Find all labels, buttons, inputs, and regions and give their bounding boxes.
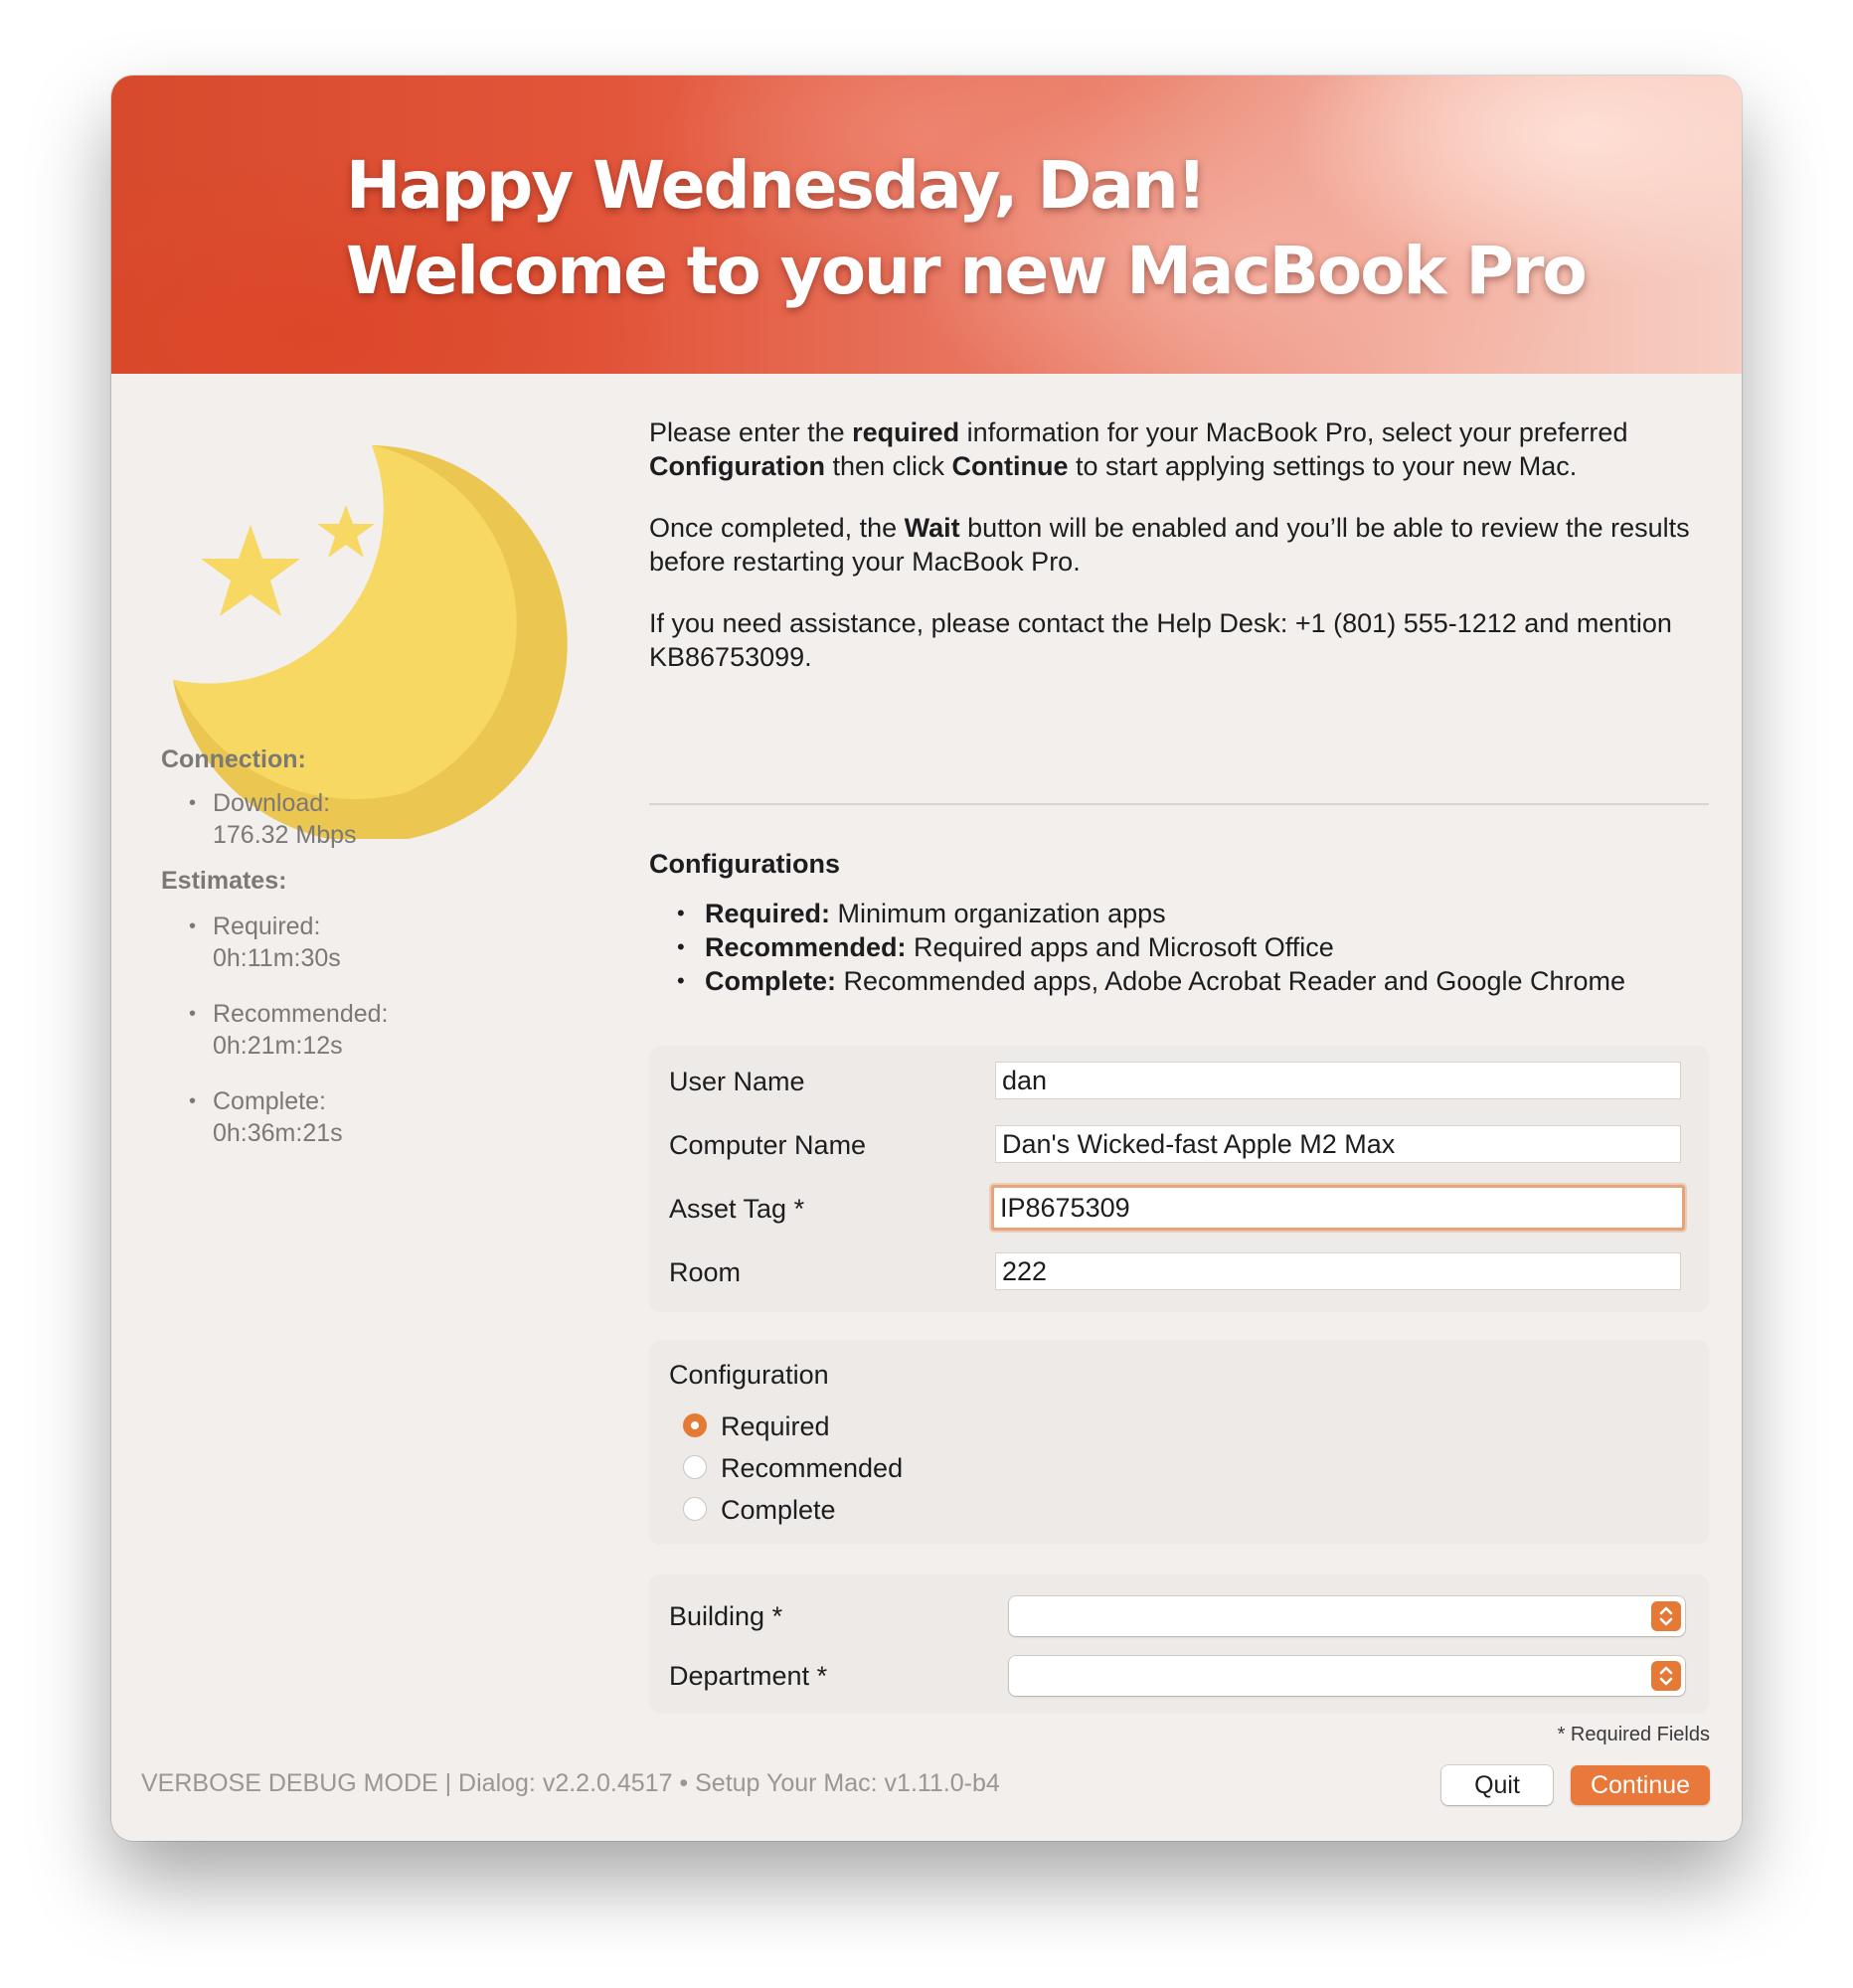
intro-bold: Configuration <box>649 451 825 481</box>
quit-button[interactable]: Quit <box>1441 1765 1553 1805</box>
intro-text: then click <box>824 451 952 481</box>
estimate-value: 0h:21m:12s <box>213 1032 343 1060</box>
estimate-label: Complete: <box>213 1087 326 1115</box>
help-desk-paragraph: If you need assistance, please contact t… <box>649 608 1672 672</box>
user-name-row: User Name <box>669 1060 1693 1103</box>
connection-heading: Connection: <box>161 746 306 773</box>
radio-label: Required <box>721 1411 830 1441</box>
continue-button[interactable]: Continue <box>1571 1765 1710 1805</box>
intro-bold: Wait <box>904 513 960 543</box>
department-select[interactable] <box>1009 1656 1685 1696</box>
estimate-label: Recommended: <box>213 1000 389 1028</box>
department-row: Department * <box>669 1654 1693 1698</box>
intro-text: information for your MacBook Pro, select… <box>959 417 1628 447</box>
radio-label: Complete <box>721 1495 836 1525</box>
department-label: Department * <box>669 1661 828 1691</box>
estimate-required: Required: 0h:11m:30s <box>189 911 341 974</box>
download-label: Download: <box>213 789 331 817</box>
moon-and-stars-icon <box>173 445 568 839</box>
computer-name-field[interactable] <box>995 1125 1681 1163</box>
intro-bold: required <box>852 417 960 447</box>
computer-name-label: Computer Name <box>669 1130 867 1160</box>
config-name: Complete: <box>705 966 837 996</box>
estimates-heading: Estimates: <box>161 867 287 895</box>
intro-bold: Continue <box>951 451 1069 481</box>
estimate-complete: Complete: 0h:36m:21s <box>189 1085 343 1149</box>
download-stat: Download: 176.32 Mbps <box>189 787 357 851</box>
text-fields-group: User Name Computer Name Asset Tag * Room <box>649 1046 1709 1312</box>
configurations-title: Configurations <box>649 849 840 879</box>
banner-welcome: Welcome to your new MacBook Pro <box>346 233 1588 309</box>
config-desc: Minimum organization apps <box>830 899 1166 928</box>
asset-tag-row: Asset Tag * <box>669 1185 1693 1231</box>
room-field[interactable] <box>995 1252 1681 1290</box>
radio-button[interactable] <box>683 1455 707 1479</box>
divider <box>649 803 1709 805</box>
building-label: Building * <box>669 1601 783 1631</box>
config-desc: Required apps and Microsoft Office <box>906 932 1334 962</box>
configurations-list: Required: Minimum organization apps Reco… <box>649 897 1625 998</box>
list-item: Recommended: Required apps and Microsoft… <box>649 930 1625 964</box>
banner: Happy Wednesday, Dan! Welcome to your ne… <box>111 76 1742 374</box>
room-row: Room <box>669 1250 1693 1294</box>
list-item: Required: Minimum organization apps <box>649 897 1625 930</box>
banner-greeting: Happy Wednesday, Dan! <box>346 147 1207 224</box>
asset-tag-field[interactable] <box>991 1185 1685 1231</box>
setup-dialog-window: Happy Wednesday, Dan! Welcome to your ne… <box>111 76 1742 1841</box>
radio-button-selected[interactable] <box>683 1413 707 1437</box>
computer-name-row: Computer Name <box>669 1123 1693 1167</box>
asset-tag-label: Asset Tag * <box>669 1194 805 1224</box>
sidebar: Connection: Download: 176.32 Mbps Estima… <box>111 374 648 1841</box>
select-fields-group: Building * Department * <box>649 1574 1709 1714</box>
list-item: Complete: Recommended apps, Adobe Acroba… <box>649 964 1625 998</box>
intro-paragraph-1: Please enter the required information fo… <box>649 415 1713 483</box>
radio-button[interactable] <box>683 1497 707 1521</box>
room-label: Room <box>669 1257 742 1287</box>
estimate-label: Required: <box>213 912 321 940</box>
building-row: Building * <box>669 1594 1693 1638</box>
configuration-heading: Configuration <box>669 1360 829 1390</box>
user-name-label: User Name <box>669 1067 805 1096</box>
building-select[interactable] <box>1009 1596 1685 1636</box>
intro-text: Please enter the <box>649 417 853 447</box>
radio-label: Recommended <box>721 1453 904 1483</box>
config-desc: Recommended apps, Adobe Acrobat Reader a… <box>836 966 1626 996</box>
user-name-field[interactable] <box>995 1062 1681 1099</box>
version-info: VERBOSE DEBUG MODE | Dialog: v2.2.0.4517… <box>141 1769 1000 1797</box>
estimate-value: 0h:36m:21s <box>213 1119 343 1147</box>
required-fields-note: * Required Fields <box>1557 1724 1710 1745</box>
download-value: 176.32 Mbps <box>213 821 357 849</box>
config-name: Required: <box>705 899 831 928</box>
intro-paragraph-2: Once completed, the Wait button will be … <box>649 511 1713 579</box>
configuration-radio-group: Configuration Required Recommended Compl… <box>649 1340 1709 1545</box>
chevron-up-down-icon <box>1651 1661 1681 1691</box>
chevron-up-down-icon <box>1651 1601 1681 1631</box>
estimate-recommended: Recommended: 0h:21m:12s <box>189 998 389 1062</box>
intro-text: Once completed, the <box>649 513 905 543</box>
estimate-value: 0h:11m:30s <box>213 944 341 972</box>
config-name: Recommended: <box>705 932 907 962</box>
banner-title: Happy Wednesday, Dan! Welcome to your ne… <box>346 143 1588 314</box>
intro-text: to start applying settings to your new M… <box>1068 451 1578 481</box>
